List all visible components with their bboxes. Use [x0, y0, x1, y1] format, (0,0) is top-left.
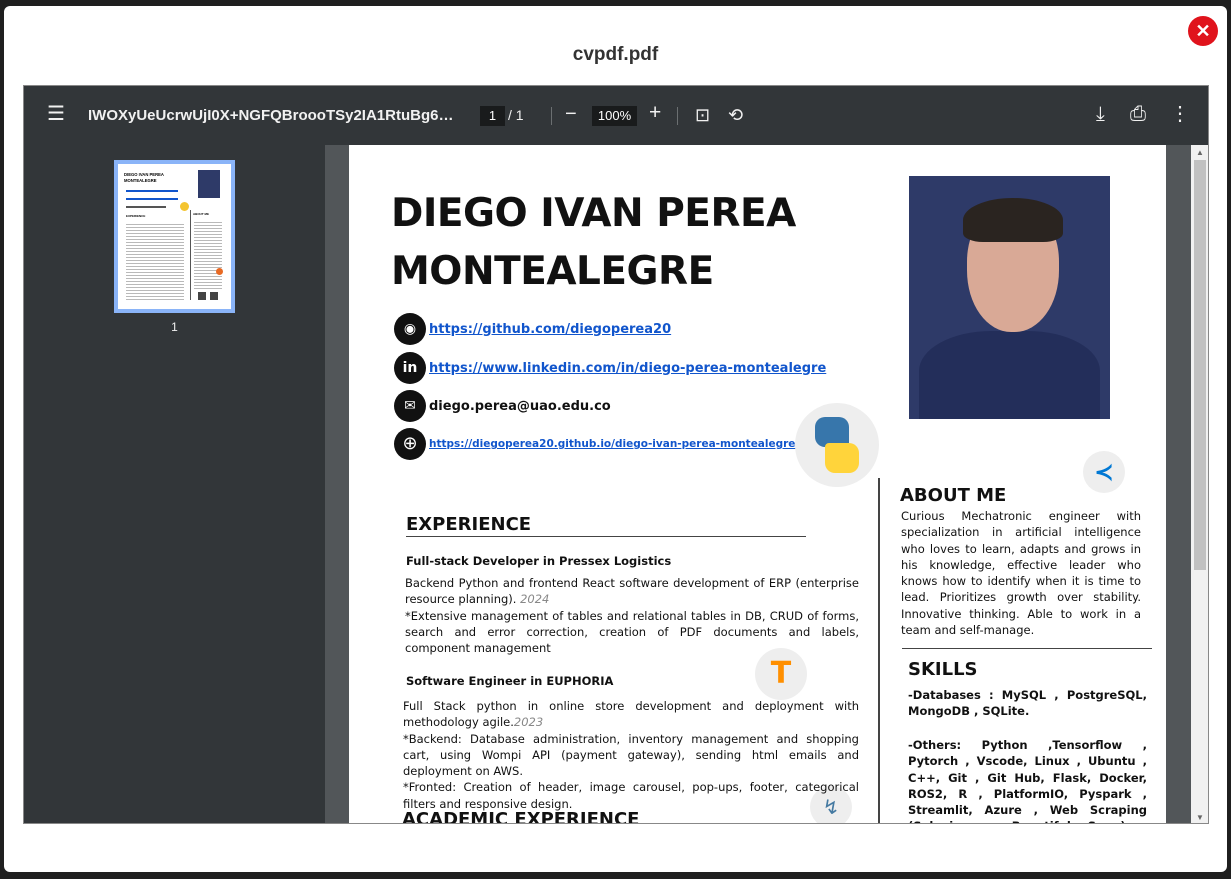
scroll-up-arrow-icon[interactable]: ▲: [1196, 148, 1204, 157]
cv-name: DIEGO IVAN PEREA MONTEALEGRE: [391, 185, 796, 301]
thumb-name-line2: MONTEALEGRE: [124, 178, 157, 183]
skills-others: -Others: Python ,Tensorflow , Pytorch , …: [908, 738, 1147, 823]
mail-icon: ✉: [394, 390, 426, 422]
rotate-icon[interactable]: ⟲: [728, 105, 743, 125]
thumb-photo: [198, 170, 220, 198]
job1-description: Backend Python and frontend React softwa…: [405, 575, 859, 656]
experience-heading: EXPERIENCE: [406, 514, 532, 535]
thumb-qr-code: [198, 292, 206, 300]
thumb-name: DIEGO IVAN PEREA MONTEALEGRE: [124, 172, 164, 184]
thumbnail-sidebar: DIEGO IVAN PEREA MONTEALEGRE EXPERIENCE …: [24, 145, 325, 823]
job2-title: Software Engineer in EUPHORIA: [406, 674, 614, 688]
page-thumbnail[interactable]: DIEGO IVAN PEREA MONTEALEGRE EXPERIENCE …: [114, 160, 235, 313]
modal-title: cvpdf.pdf: [572, 44, 659, 65]
thumb-python-logo: [180, 202, 189, 211]
photo-shirt: [919, 331, 1100, 419]
scrollbar-thumb[interactable]: [1194, 160, 1206, 570]
thumb-link-line: [126, 206, 166, 208]
job2-backend: *Backend: Database administration, inven…: [403, 731, 859, 779]
column-divider: [878, 478, 880, 823]
cv-name-line2: MONTEALEGRE: [391, 249, 714, 294]
experience-underline: [406, 536, 806, 537]
pdf-page: DIEGO IVAN PEREA MONTEALEGRE ◉ https://g…: [349, 145, 1166, 824]
github-link[interactable]: https://github.com/diegoperea20: [429, 322, 671, 337]
thumb-link-line: [126, 190, 178, 192]
thumb-ubuntu-logo: [216, 268, 223, 275]
linkedin-link[interactable]: https://www.linkedin.com/in/diego-perea-…: [429, 361, 826, 376]
print-icon[interactable]: ⎙: [1130, 104, 1146, 124]
job2-desc-text: Full Stack python in online store develo…: [403, 699, 859, 730]
toolbar-divider: [551, 107, 552, 125]
zoom-level-input[interactable]: 100%: [592, 106, 637, 126]
menu-icon[interactable]: ☰: [47, 104, 65, 124]
pdf-viewer: ☰ IWOXyUeUcrwUjI0X+NGFQBroooTSy2IA1RtuBg…: [23, 85, 1209, 824]
download-icon[interactable]: ⤓: [1096, 104, 1105, 124]
github-icon: ◉: [394, 313, 426, 345]
linkedin-icon: in: [394, 352, 426, 384]
contact-linkedin: in https://www.linkedin.com/in/diego-per…: [394, 352, 826, 384]
vscode-logo-icon: ≺: [1083, 451, 1125, 493]
thumb-divider: [190, 210, 191, 300]
thumb-qr-code: [210, 292, 218, 300]
skills-databases: -Databases : MySQL , PostgreSQL, MongoDB…: [908, 688, 1147, 719]
globe-icon: ⊕: [394, 428, 426, 460]
job1-title: Full-stack Developer in Pressex Logistic…: [406, 554, 672, 568]
thumb-experience-heading: EXPERIENCE: [126, 214, 146, 218]
page-total: / 1: [508, 107, 524, 123]
skills-divider: [902, 648, 1152, 649]
job1-year: 2024: [520, 592, 550, 607]
contact-email: ✉ diego.perea@uao.edu.co: [394, 390, 611, 422]
pdf-modal: cvpdf.pdf ✕ ☰ IWOXyUeUcrwUjI0X+NGFQBrooo…: [4, 6, 1227, 872]
thumb-text-block: [194, 220, 222, 290]
toolbar-divider: [677, 107, 678, 125]
contact-github: ◉ https://github.com/diegoperea20: [394, 313, 671, 345]
page-number-input[interactable]: 1: [480, 106, 505, 126]
python-logo-icon: [795, 403, 879, 487]
contact-website: ⊕ https://diegoperea20.github.io/diego-i…: [394, 428, 817, 460]
document-title: IWOXyUeUcrwUjI0X+NGFQBroooTSy2IA1RtuBg6C…: [88, 107, 463, 124]
profile-photo: [909, 176, 1110, 419]
job2-year: 2023: [513, 715, 544, 730]
thumb-text-block: [126, 222, 184, 302]
thumb-link-line: [126, 198, 178, 200]
photo-hair: [963, 198, 1063, 242]
cv-name-line1: DIEGO IVAN PEREA: [391, 191, 796, 236]
academic-heading: ACADEMIC EXPERIENCE: [402, 809, 640, 824]
job1-detail: *Extensive management of tables and rela…: [405, 608, 859, 656]
zoom-out-button[interactable]: −: [565, 104, 577, 124]
job1-desc-text: Backend Python and frontend React softwa…: [405, 576, 859, 607]
more-options-icon[interactable]: ⋮: [1170, 104, 1190, 124]
about-heading: ABOUT ME: [900, 485, 1007, 506]
email-text: diego.perea@uao.edu.co: [429, 398, 611, 414]
job2-frontend: *Fronted: Creation of header, image caro…: [403, 780, 859, 811]
thumb-about-heading: ABOUT ME: [193, 212, 209, 216]
skills-heading: SKILLS: [908, 659, 978, 680]
website-link[interactable]: https://diegoperea20.github.io/diego-iva…: [429, 438, 817, 450]
close-button[interactable]: ✕: [1188, 16, 1218, 46]
thumbnail-page-number: 1: [171, 320, 178, 334]
pdf-toolbar: ☰ IWOXyUeUcrwUjI0X+NGFQBroooTSy2IA1RtuBg…: [24, 86, 1208, 145]
scroll-down-arrow-icon[interactable]: ▼: [1196, 813, 1204, 822]
job2-description: Full Stack python in online store develo…: [403, 698, 859, 812]
fit-page-icon[interactable]: ⊡: [695, 105, 710, 125]
about-text: Curious Mechatronic engineer with specia…: [901, 509, 1141, 638]
vertical-scrollbar[interactable]: ▲ ▼: [1191, 145, 1208, 823]
zoom-in-button[interactable]: +: [649, 102, 661, 123]
